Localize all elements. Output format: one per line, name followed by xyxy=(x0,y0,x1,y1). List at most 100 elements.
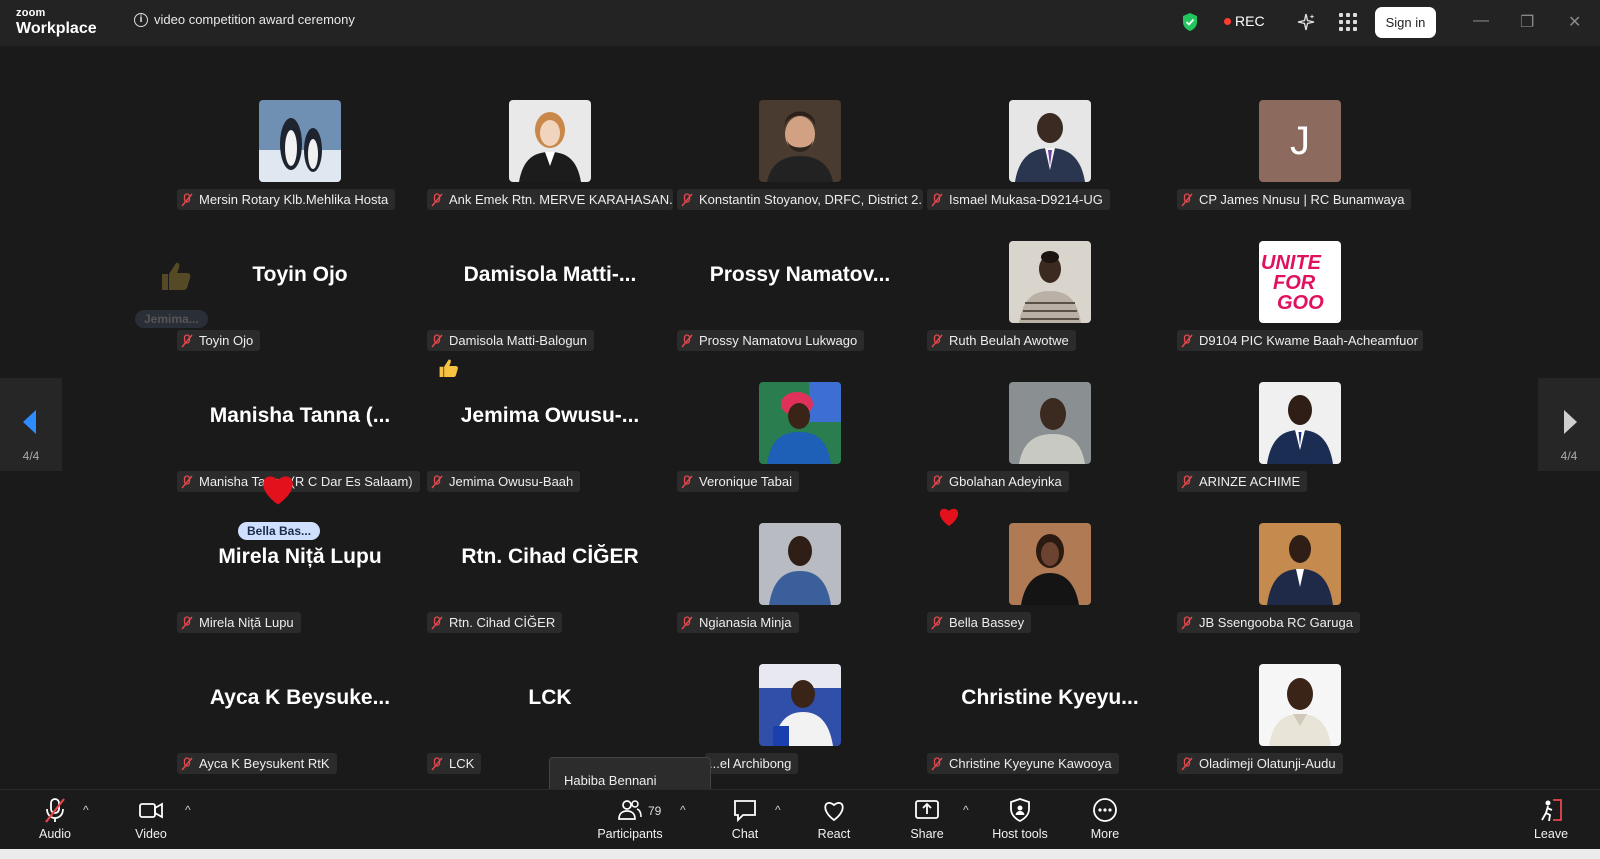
meeting-info[interactable]: i video competition award ceremony xyxy=(134,12,355,27)
participant-tile[interactable]: Veronique Tabai xyxy=(677,376,923,514)
video-gallery: Mersin Rotary Klb.Mehlika Hosta Ank Emek… xyxy=(0,46,1600,829)
participant-name-tag: Jemima Owusu-Baah xyxy=(427,471,581,492)
participant-tile[interactable]: Gbolahan Adeyinka xyxy=(927,376,1173,514)
previous-page-button[interactable]: 4/4 xyxy=(0,378,62,471)
participant-name-tag: CP James Nnusu | RC Bunamwaya xyxy=(1177,189,1412,210)
apps-grid-icon[interactable] xyxy=(1339,13,1357,31)
participant-display-name: Prossy Namatov... xyxy=(709,263,891,286)
minimize-button[interactable]: — xyxy=(1473,12,1489,30)
participants-button[interactable]: Participants xyxy=(585,796,675,846)
participant-tile[interactable]: Ngianasia Minja xyxy=(677,517,923,655)
participant-avatar xyxy=(1009,523,1091,605)
participant-avatar xyxy=(759,523,841,605)
mic-muted-icon xyxy=(431,333,443,347)
participant-tile[interactable]: ARINZE ACHIME xyxy=(1177,376,1423,514)
title-bar: zoom Workplace i video competition award… xyxy=(0,0,1600,46)
meeting-title: video competition award ceremony xyxy=(154,12,355,27)
participant-tile[interactable]: Ismael Mukasa-D9214-UG xyxy=(927,94,1173,232)
participant-avatar xyxy=(1259,382,1341,464)
participant-tile[interactable]: Rtn. Cihad CİĞER Rtn. Cihad CİĞER xyxy=(427,517,673,655)
participant-display-name: Christine Kyeyu... xyxy=(961,686,1139,709)
participant-name-tag: Bella Bassey xyxy=(927,612,1032,633)
leave-button[interactable]: Leave xyxy=(1506,796,1596,846)
mic-muted-icon xyxy=(681,333,693,347)
participant-name-tag: Veronique Tabai xyxy=(677,471,800,492)
participant-tile[interactable]: Christine Kyeyu... Christine Kyeyune Kaw… xyxy=(927,658,1173,796)
recording-indicator[interactable]: REC xyxy=(1224,13,1265,29)
audio-options-caret[interactable]: ^ xyxy=(83,803,89,817)
arrow-right-icon xyxy=(1564,410,1577,434)
participant-avatar xyxy=(509,100,591,182)
mic-muted-icon xyxy=(181,756,193,770)
zoom-window: zoom Workplace i video competition award… xyxy=(0,0,1600,859)
mic-muted-icon xyxy=(1181,756,1193,770)
next-page-button[interactable]: 4/4 xyxy=(1538,378,1600,471)
host-tools-button[interactable]: Host tools xyxy=(975,796,1065,846)
participant-display-name: Rtn. Cihad CİĞER xyxy=(461,545,639,568)
video-button[interactable]: Video xyxy=(106,796,196,846)
mic-muted-icon xyxy=(681,192,693,206)
participant-name-tag: Ayca K Beysukent RtK xyxy=(177,753,337,774)
participant-tile[interactable]: Mersin Rotary Klb.Mehlika Hosta xyxy=(177,94,423,232)
mic-muted-icon xyxy=(1181,333,1193,347)
participant-tile[interactable]: Bella Bassey xyxy=(927,517,1173,655)
participant-avatar xyxy=(1009,382,1091,464)
mic-muted-icon xyxy=(681,474,693,488)
participant-name-tag: Ismael Mukasa-D9214-UG xyxy=(927,189,1110,210)
participant-tile[interactable]: Damisola Matti-... Damisola Matti-Balogu… xyxy=(427,235,673,373)
participant-name-tag: Toyin Ojo xyxy=(177,330,261,351)
participant-name-tag: Mersin Rotary Klb.Mehlika Hosta xyxy=(177,189,396,210)
participant-name-tag: Ruth Beulah Awotwe xyxy=(927,330,1076,351)
participants-icon xyxy=(618,800,642,820)
bottom-strip xyxy=(0,849,1600,859)
encryption-shield-icon[interactable] xyxy=(1181,12,1199,32)
participant-display-name: Ayca K Beysuke... xyxy=(209,686,391,709)
participant-tile[interactable]: Ank Emek Rtn. MERVE KARAHASAN... xyxy=(427,94,673,232)
heart-outline-icon xyxy=(824,802,844,822)
participant-name-tag: Manisha Tanna (R C Dar Es Salaam) xyxy=(177,471,420,492)
sign-in-button[interactable]: Sign in xyxy=(1375,7,1436,38)
share-options-caret[interactable]: ^ xyxy=(963,803,969,817)
mic-muted-icon xyxy=(431,474,443,488)
participant-name-tag: Rtn. Cihad CİĞER xyxy=(427,612,563,633)
floating-name-label: Bella Bas... xyxy=(238,522,321,540)
participant-avatar xyxy=(759,382,841,464)
participant-tile[interactable]: JB Ssengooba RC Garuga xyxy=(1177,517,1423,655)
mic-muted-icon xyxy=(1181,474,1193,488)
mic-muted-icon xyxy=(931,333,943,347)
participant-tile[interactable]: ...el Archibong xyxy=(677,658,923,796)
rec-dot-icon xyxy=(1224,17,1231,25)
participant-tile[interactable]: Prossy Namatov... Prossy Namatovu Lukwag… xyxy=(677,235,923,373)
participant-tile[interactable]: Konstantin Stoyanov, DRFC, District 2... xyxy=(677,94,923,232)
participant-tile[interactable]: Jemima Owusu-... Jemima Owusu-Baah xyxy=(427,376,673,514)
participant-name-tag: ...el Archibong xyxy=(705,753,799,774)
video-options-caret[interactable]: ^ xyxy=(185,803,191,817)
info-icon[interactable]: i xyxy=(134,12,148,27)
heart-reaction-icon xyxy=(263,476,293,505)
participant-display-name: Manisha Tanna (... xyxy=(209,404,391,427)
chat-options-caret[interactable]: ^ xyxy=(775,803,781,817)
react-button[interactable]: React xyxy=(789,796,879,846)
participant-tile[interactable]: Manisha Tanna (... Manisha Tanna (R C Da… xyxy=(177,376,423,514)
more-button[interactable]: More xyxy=(1060,796,1150,846)
meeting-toolbar: Audio ^ Video ^ Participants 79 ^ Chat ^… xyxy=(0,789,1600,849)
mic-muted-icon xyxy=(931,474,943,488)
participant-tile[interactable]: Oladimeji Olatunji-Audu xyxy=(1177,658,1423,796)
participant-tile[interactable]: Ayca K Beysuke... Ayca K Beysukent RtK xyxy=(177,658,423,796)
share-screen-button[interactable]: Share xyxy=(882,796,972,846)
mic-muted-icon xyxy=(431,192,443,206)
participant-tile[interactable]: Ruth Beulah Awotwe xyxy=(927,235,1173,373)
participants-options-caret[interactable]: ^ xyxy=(680,803,686,817)
participant-tile[interactable]: UNITE FOR GOO D9104 PIC Kwame Baah-Achea… xyxy=(1177,235,1423,373)
mic-muted-icon xyxy=(45,798,65,823)
mic-muted-icon xyxy=(1181,192,1193,206)
close-window-button[interactable]: ✕ xyxy=(1568,12,1581,32)
participant-name-tag: D9104 PIC Kwame Baah-Acheamfuor xyxy=(1177,330,1423,351)
mic-muted-icon xyxy=(1181,615,1193,629)
participant-tile[interactable]: J CP James Nnusu | RC Bunamwaya xyxy=(1177,94,1423,232)
participant-tile[interactable]: Toyin Ojo Toyin Ojo xyxy=(177,235,423,373)
restore-button[interactable]: ❐ xyxy=(1520,12,1534,32)
mic-muted-icon xyxy=(181,192,193,206)
participant-display-name: LCK xyxy=(528,686,572,709)
ai-companion-icon[interactable] xyxy=(1295,11,1317,33)
